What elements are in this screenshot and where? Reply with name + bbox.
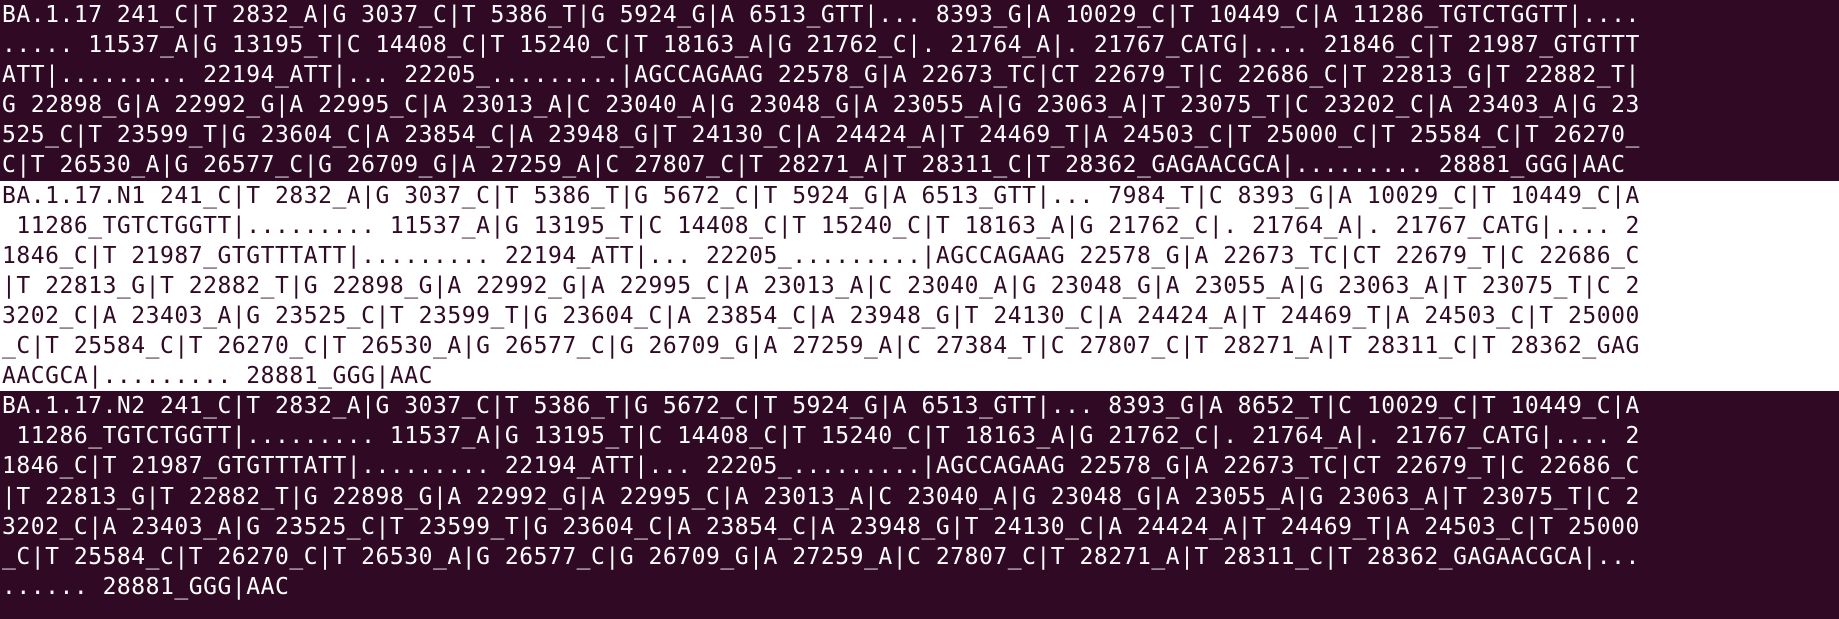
record-line: G 22898_G|A 22992_G|A 22995_C|A 23013_A|… — [2, 92, 1640, 119]
record-line: |T 22813_G|T 22882_T|G 22898_G|A 22992_G… — [2, 483, 1640, 510]
record-line: BA.1.17.N1 241_C|T 2832_A|G 3037_C|T 538… — [2, 182, 1640, 209]
record-line: ...... 28881_GGG|AAC — [2, 573, 290, 600]
sequence-record-ba-1-17[interactable]: BA.1.17 241_C|T 2832_A|G 3037_C|T 5386_T… — [0, 0, 1839, 181]
record-line: C|T 26530_A|G 26577_C|G 26709_G|A 27259_… — [2, 152, 1626, 179]
record-line: AACGCA|......... 28881_GGG|AAC — [2, 363, 434, 390]
record-line: 3202_C|A 23403_A|G 23525_C|T 23599_T|G 2… — [2, 513, 1640, 540]
record-line: 11286_TGTCTGGTT|......... 11537_A|G 1319… — [2, 423, 1640, 450]
record-line: ..... 11537_A|G 13195_T|C 14408_C|T 1524… — [2, 32, 1640, 59]
record-line: BA.1.17 241_C|T 2832_A|G 3037_C|T 5386_T… — [2, 2, 1640, 28]
record-line: 3202_C|A 23403_A|G 23525_C|T 23599_T|G 2… — [2, 302, 1640, 329]
terminal-output[interactable]: BA.1.17 241_C|T 2832_A|G 3037_C|T 5386_T… — [0, 0, 1839, 619]
record-line: ATT|......... 22194_ATT|... 22205_......… — [2, 62, 1640, 89]
record-line: 525_C|T 23599_T|G 23604_C|A 23854_C|A 23… — [2, 122, 1640, 149]
record-line — [2, 604, 1669, 619]
record-line: _C|T 25584_C|T 26270_C|T 26530_A|G 26577… — [2, 543, 1640, 570]
record-line: _C|T 25584_C|T 26270_C|T 26530_A|G 26577… — [2, 333, 1640, 360]
record-line: |T 22813_G|T 22882_T|G 22898_G|A 22992_G… — [2, 272, 1640, 299]
record-line: 1846_C|T 21987_GTGTTTATT|......... 22194… — [2, 453, 1640, 480]
sequence-record-ba-1-17-n1[interactable]: BA.1.17.N1 241_C|T 2832_A|G 3037_C|T 538… — [0, 180, 1839, 392]
record-line: 1846_C|T 21987_GTGTTTATT|......... 22194… — [2, 242, 1640, 269]
record-line: 11286_TGTCTGGTT|......... 11537_A|G 1319… — [2, 212, 1640, 239]
sequence-record-ba-1-17-n2[interactable]: BA.1.17.N2 241_C|T 2832_A|G 3037_C|T 538… — [0, 391, 1839, 602]
sequence-record-next[interactable] — [0, 602, 1839, 619]
record-line: BA.1.17.N2 241_C|T 2832_A|G 3037_C|T 538… — [2, 393, 1640, 420]
